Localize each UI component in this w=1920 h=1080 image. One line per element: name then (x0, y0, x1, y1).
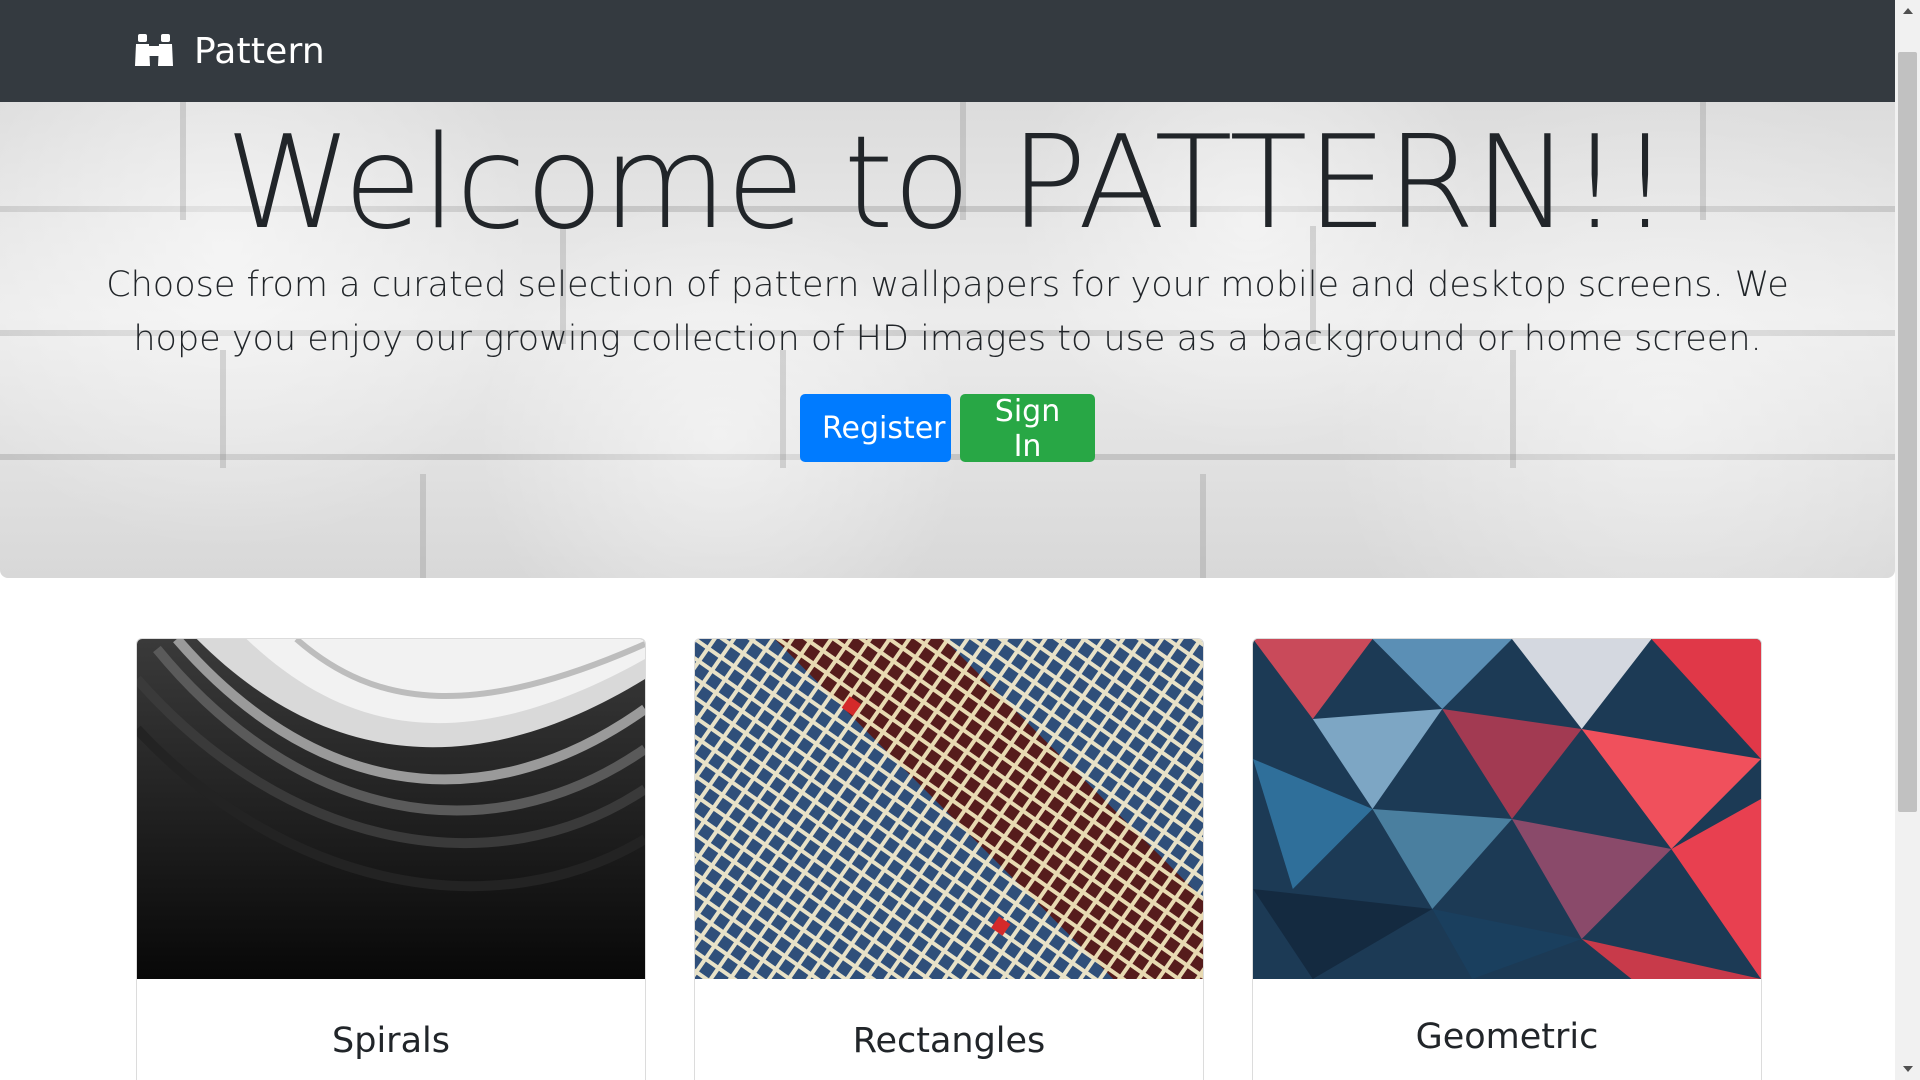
binoculars-icon[interactable] (134, 33, 174, 69)
scroll-down-arrow-icon[interactable] (1895, 1058, 1920, 1080)
card-title-geometric: Geometric (1415, 1017, 1599, 1057)
spirals-image[interactable] (137, 639, 645, 979)
sign-in-button[interactable]: Sign In (960, 394, 1095, 464)
hero-lead-text: Choose from a curated selection of patte… (106, 265, 1789, 359)
vertical-scrollbar[interactable] (1895, 0, 1920, 1080)
card-title-spirals: Spirals (332, 1021, 450, 1061)
hero-buttons: Register Sign In (0, 394, 1895, 464)
rectangles-image[interactable] (695, 639, 1203, 979)
geometric-image[interactable] (1253, 639, 1761, 979)
card-title-rectangles: Rectangles (852, 1021, 1046, 1061)
register-button[interactable]: Register (800, 394, 951, 462)
page: Pattern Welcome to PATTERN!! Choose from… (0, 0, 1920, 1080)
scroll-thumb[interactable] (1898, 52, 1917, 812)
category-cards: Spirals Rectangles Geometric (136, 638, 1762, 1080)
card-spirals[interactable]: Spirals (136, 638, 646, 1080)
card-rectangles[interactable]: Rectangles (694, 638, 1204, 1080)
scroll-up-arrow-icon[interactable] (1895, 0, 1920, 22)
navbar: Pattern (0, 0, 1895, 102)
hero-jumbotron: Welcome to PATTERN!! Choose from a curat… (0, 102, 1895, 578)
brand-link[interactable]: Pattern (194, 31, 325, 72)
hero-title: Welcome to PATTERN!! (225, 109, 1670, 258)
card-geometric[interactable]: Geometric (1252, 638, 1762, 1080)
